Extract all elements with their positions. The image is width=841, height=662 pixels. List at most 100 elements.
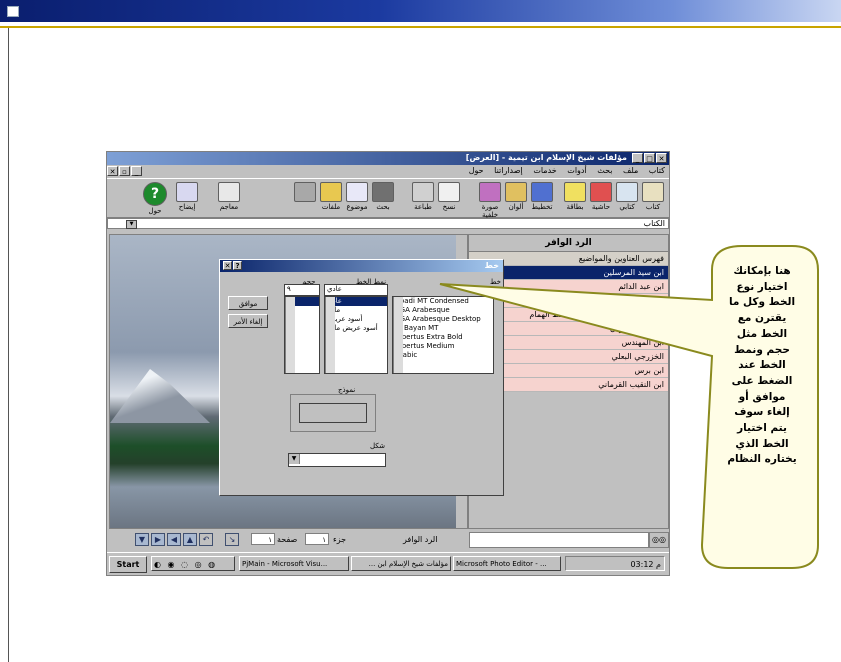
- menu-releases[interactable]: إصداراتنا: [494, 165, 523, 177]
- maximize-icon[interactable]: □: [644, 153, 655, 163]
- doc-minimize-icon[interactable]: _: [131, 166, 142, 176]
- dictionary-icon: [218, 182, 240, 202]
- toolbar-mybooks-button[interactable]: كتابي: [615, 181, 639, 214]
- toolbar-about-button[interactable]: ? حول: [143, 181, 167, 215]
- chevron-down-icon[interactable]: ▼: [289, 454, 300, 464]
- font-option[interactable]: Albertus Extra Bold: [393, 333, 493, 342]
- prev-page-icon[interactable]: ◀: [167, 533, 181, 546]
- callout-line: حجم ونمط: [734, 343, 790, 356]
- footnote-icon: [590, 182, 612, 202]
- binoculars-search-icon[interactable]: ◎◎: [649, 532, 669, 548]
- menu-tools[interactable]: أدوات: [567, 165, 586, 177]
- callout-line: يختاره النظام: [727, 453, 797, 466]
- font-size-list[interactable]: ٩ ١٠ ١١ ١٢ ١٤ ١٦ ١٨: [284, 296, 320, 374]
- last-page-icon[interactable]: ▼: [135, 533, 149, 546]
- copy-icon: [438, 182, 460, 202]
- back-icon[interactable]: ↶: [199, 533, 213, 546]
- toolbar-explain-button[interactable]: إيضاح: [175, 181, 199, 214]
- dialog-help-icon[interactable]: ?: [233, 261, 242, 270]
- part-number-field[interactable]: ١: [305, 533, 329, 545]
- menu-about[interactable]: حول: [469, 165, 484, 177]
- font-size-input[interactable]: ٩: [284, 284, 320, 296]
- colors-icon: [505, 182, 527, 202]
- toolbar-copy-button[interactable]: نسخ: [437, 181, 461, 214]
- task-vb[interactable]: PjMain - Microsoft Visu...: [239, 556, 349, 571]
- toolbar-view-button[interactable]: [293, 181, 317, 214]
- font-label: خط: [490, 278, 501, 286]
- toolbar-search-button[interactable]: بحث: [371, 181, 395, 214]
- font-list[interactable]: Abadi MT Condensed AGA Arabesque AGA Ara…: [392, 296, 494, 374]
- toolbar-colors-button[interactable]: ألوان: [504, 181, 528, 214]
- toolbar-dictionary-button[interactable]: معاجم: [217, 181, 241, 214]
- first-page-icon[interactable]: ▲: [183, 533, 197, 546]
- background-icon: [479, 182, 501, 202]
- font-option[interactable]: Arabic: [393, 351, 493, 360]
- about-icon: ?: [143, 182, 167, 206]
- task-app[interactable]: مؤلفات شيخ الإسلام ابن ...: [351, 556, 451, 571]
- font-style-input[interactable]: عادي: [324, 284, 388, 296]
- cancel-button[interactable]: إلغاء الأمر: [228, 314, 268, 328]
- slide-icon: [7, 6, 19, 17]
- topic-icon: [346, 182, 368, 202]
- menu-search[interactable]: بحث: [597, 165, 612, 177]
- menu-book[interactable]: كتاب: [649, 165, 665, 177]
- slide-divider: [0, 26, 841, 28]
- font-dialog-title: خط: [484, 261, 499, 270]
- style-list-scrollbar[interactable]: [325, 297, 335, 373]
- toolbar-background-button[interactable]: صورة خلفية: [478, 181, 502, 219]
- page-number-field[interactable]: ١: [251, 533, 275, 545]
- callout-text: هنا بإمكانك اختيار نوع الخط وكل ما يقترن…: [716, 264, 808, 468]
- doc-close-icon[interactable]: ✕: [107, 166, 118, 176]
- card-icon: [564, 182, 586, 202]
- folder-icon: [320, 182, 342, 202]
- app-title: مؤلفات شيخ الإسلام ابن تيمية - [العرض]: [465, 153, 627, 162]
- doc-window-controls: ✕ ▫ _: [107, 166, 142, 176]
- menu-file[interactable]: ملف: [623, 165, 638, 177]
- doc-restore-icon[interactable]: ▫: [119, 166, 130, 176]
- font-option[interactable]: AGA Arabesque: [393, 306, 493, 315]
- dialog-close-icon[interactable]: ✕: [223, 261, 232, 270]
- toolbar-topic-button[interactable]: موضوع: [345, 181, 369, 214]
- sample-group: [290, 394, 376, 432]
- size-list-scrollbar[interactable]: [285, 297, 295, 373]
- menu-services[interactable]: خدمات: [533, 165, 556, 177]
- callout-line: الخط الذي: [735, 437, 789, 450]
- toc-header: الرد الوافر: [469, 235, 668, 252]
- toolbar-book-button[interactable]: كتاب: [641, 181, 665, 214]
- toolbar-footnote-button[interactable]: حاشية: [589, 181, 613, 214]
- font-option[interactable]: AGA Arabesque Desktop: [393, 315, 493, 324]
- search-input[interactable]: [469, 532, 649, 548]
- goto-icon[interactable]: ↘: [225, 533, 239, 546]
- font-dialog-titlebar: خط ✕ ?: [220, 260, 503, 272]
- close-icon[interactable]: ✕: [656, 153, 667, 163]
- menu-bar: كتاب ملف بحث أدوات خدمات إصداراتنا حول ✕…: [107, 165, 669, 177]
- callout-line: الخط وكل ما: [728, 296, 796, 309]
- task-photo-editor[interactable]: Microsoft Photo Editor - ...: [453, 556, 561, 571]
- chevron-down-icon[interactable]: ▼: [126, 220, 137, 229]
- callout-line: الضغط على: [731, 374, 793, 387]
- next-page-icon[interactable]: ▶: [151, 533, 165, 546]
- quick-launch[interactable]: ◐ ◉ ◌ ◎ ◍: [151, 556, 235, 571]
- book-selector[interactable]: الكتاب ▼: [107, 218, 669, 229]
- toolbar-layout-button[interactable]: تخطيط: [530, 181, 554, 214]
- callout-line: الخط عند: [738, 359, 786, 372]
- slide-left-border: [8, 28, 9, 662]
- background-image: [110, 369, 210, 423]
- toolbar-files-button[interactable]: ملفات: [319, 181, 343, 214]
- callout-line: هنا بإمكانك: [733, 265, 791, 277]
- minimize-icon[interactable]: _: [632, 153, 643, 163]
- font-list-scrollbar[interactable]: [393, 297, 403, 373]
- font-option[interactable]: Abadi MT Condensed: [393, 297, 493, 306]
- start-button[interactable]: Start: [109, 556, 147, 573]
- font-option[interactable]: Albertus Medium: [393, 342, 493, 351]
- book-icon: [642, 182, 664, 202]
- font-dialog-controls: ✕ ?: [223, 261, 242, 270]
- font-option[interactable]: Al Bayan MT: [393, 324, 493, 333]
- part-label: جزء: [333, 535, 347, 544]
- toolbar-print-button[interactable]: طباعة: [411, 181, 435, 214]
- ok-button[interactable]: موافق: [228, 296, 268, 310]
- callout-line: موافق أو: [738, 390, 786, 403]
- font-style-list[interactable]: عادي مائل أسود عريض أسود عريض مائل: [324, 296, 388, 374]
- shape-select[interactable]: ▼: [288, 453, 386, 467]
- toolbar-card-button[interactable]: بطاقة: [563, 181, 587, 214]
